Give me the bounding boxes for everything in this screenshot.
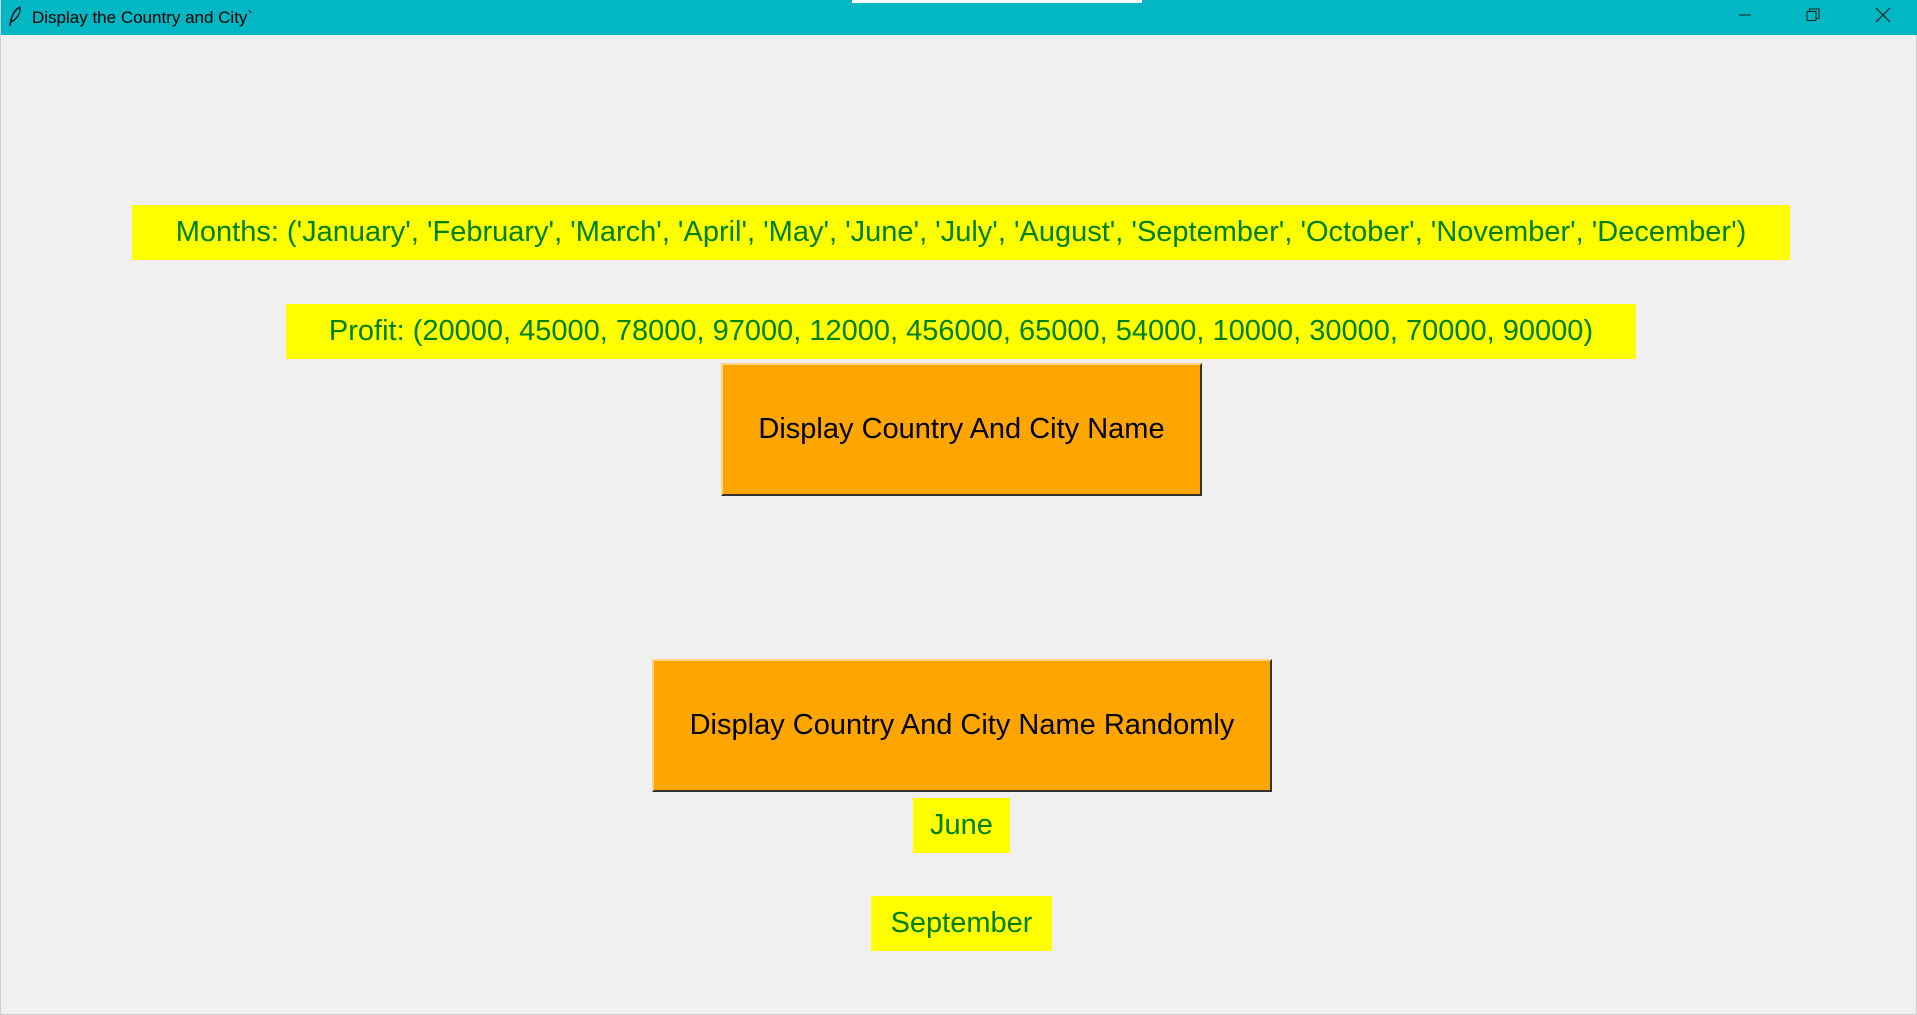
month-result-label: September	[871, 896, 1052, 951]
title-bar[interactable]: Display the Country and City`	[1, 0, 1917, 35]
window-title: Display the Country and City`	[32, 8, 254, 27]
months-label: Months: ('January', 'February', 'March',…	[132, 205, 1790, 260]
restore-button[interactable]	[1779, 0, 1847, 35]
minimize-icon	[1738, 8, 1752, 27]
title-focus-indicator	[852, 0, 1142, 3]
display-country-city-button[interactable]: Display Country And City Name	[721, 363, 1202, 496]
close-button[interactable]	[1849, 0, 1917, 35]
close-icon	[1875, 7, 1891, 28]
feather-icon	[7, 6, 23, 28]
app-window: Display the Country and City` Months: ('…	[0, 0, 1917, 1015]
restore-icon	[1806, 8, 1820, 27]
month-result-label: June	[913, 798, 1010, 853]
minimize-button[interactable]	[1711, 0, 1779, 35]
display-country-city-random-button[interactable]: Display Country And City Name Randomly	[652, 659, 1272, 792]
profit-label: Profit: (20000, 45000, 78000, 97000, 120…	[286, 304, 1636, 359]
